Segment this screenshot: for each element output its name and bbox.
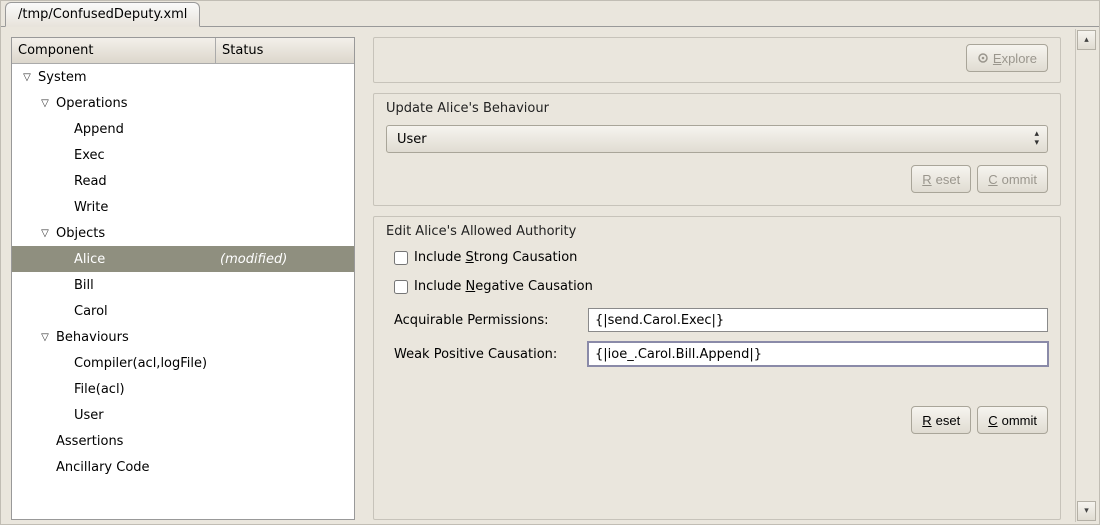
- tree-item-label: Compiler(acl,logFile): [74, 356, 207, 371]
- tree-col-component[interactable]: Component: [12, 38, 216, 63]
- gear-icon: [977, 52, 989, 64]
- tree-label-cell: Append: [12, 122, 216, 137]
- weak-positive-causation-row: Weak Positive Causation:: [386, 342, 1048, 366]
- file-tab[interactable]: /tmp/ConfusedDeputy.xml: [5, 2, 200, 27]
- tree-col-status[interactable]: Status: [216, 38, 354, 63]
- acquirable-permissions-input[interactable]: [588, 308, 1048, 332]
- acquirable-permissions-label: Acquirable Permissions:: [394, 313, 580, 328]
- tree-label-cell: ▽ Behaviours: [12, 330, 216, 345]
- tree-row[interactable]: Exec: [12, 142, 354, 168]
- tree-item-label: Objects: [56, 226, 105, 241]
- tree-row[interactable]: Read: [12, 168, 354, 194]
- expand-icon[interactable]: ▽: [20, 72, 34, 83]
- scroll-track[interactable]: [1076, 51, 1097, 500]
- expand-icon[interactable]: ▽: [38, 98, 52, 109]
- tree-label-cell: Write: [12, 200, 216, 215]
- tree-row[interactable]: Compiler(acl,logFile): [12, 350, 354, 376]
- tree-item-label: Append: [74, 122, 124, 137]
- tree-label-cell: Carol: [12, 304, 216, 319]
- tree-item-label: Ancillary Code: [56, 460, 150, 475]
- vertical-scrollbar[interactable]: ▴ ▾: [1075, 29, 1097, 522]
- explore-label-u: E: [993, 51, 1002, 66]
- tree-label-cell: Alice: [12, 252, 216, 267]
- tree-label-cell: Assertions: [12, 434, 216, 449]
- tree-label-cell: ▽ System: [12, 70, 216, 85]
- tree-row[interactable]: ▽ Objects: [12, 220, 354, 246]
- app-window: /tmp/ConfusedDeputy.xml Component Status…: [0, 0, 1100, 525]
- tree-item-label: User: [74, 408, 104, 423]
- tree-item-label: Exec: [74, 148, 105, 163]
- behaviour-group: Update Alice's Behaviour User ▴▾ Reset C…: [373, 93, 1061, 206]
- strong-causation-row: Include Strong Causation: [394, 250, 1048, 265]
- tree-body[interactable]: ▽ System ▽ Operations Append Exec Read Write ▽ Ob…: [12, 64, 354, 519]
- right-panel: Explore Update Alice's Behaviour User ▴▾…: [373, 37, 1089, 520]
- tab-strip: /tmp/ConfusedDeputy.xml: [1, 1, 1099, 27]
- tree-label-cell: Bill: [12, 278, 216, 293]
- tree-row[interactable]: Append: [12, 116, 354, 142]
- tree-status-cell: (modified): [216, 252, 354, 267]
- tree-label-cell: User: [12, 408, 216, 423]
- explore-bar: Explore: [373, 37, 1061, 83]
- scroll-up-button[interactable]: ▴: [1077, 30, 1096, 50]
- tree-row[interactable]: Assertions: [12, 428, 354, 454]
- tree-label-cell: Compiler(acl,logFile): [12, 356, 216, 371]
- acquirable-permissions-row: Acquirable Permissions:: [386, 308, 1048, 332]
- tree-item-label: System: [38, 70, 86, 85]
- behaviour-select[interactable]: User ▴▾: [386, 125, 1048, 153]
- tree-item-label: Behaviours: [56, 330, 129, 345]
- tree-row[interactable]: ▽ Operations: [12, 90, 354, 116]
- tree-label-cell: File(acl): [12, 382, 216, 397]
- tree-item-label: Bill: [74, 278, 94, 293]
- tree-label-cell: Read: [12, 174, 216, 189]
- tree-item-label: Read: [74, 174, 107, 189]
- tree-label-cell: Ancillary Code: [12, 460, 216, 475]
- content-area: Component Status ▽ System ▽ Operations Appen…: [1, 27, 1099, 524]
- behaviour-commit-button[interactable]: Commit: [977, 165, 1048, 193]
- tree-header: Component Status: [12, 38, 354, 64]
- scroll-down-button[interactable]: ▾: [1077, 501, 1096, 521]
- tree-item-label: Carol: [74, 304, 108, 319]
- tree-row[interactable]: File(acl): [12, 376, 354, 402]
- behaviour-select-value: User: [397, 132, 427, 147]
- weak-positive-causation-input[interactable]: [588, 342, 1048, 366]
- negative-causation-label[interactable]: Include Negative Causation: [414, 279, 593, 294]
- behaviour-title: Update Alice's Behaviour: [386, 101, 1048, 116]
- behaviour-reset-button[interactable]: Reset: [911, 165, 971, 193]
- file-tab-label: /tmp/ConfusedDeputy.xml: [18, 7, 187, 22]
- expand-icon[interactable]: ▽: [38, 332, 52, 343]
- negative-causation-checkbox[interactable]: [394, 280, 408, 294]
- tree-row[interactable]: ▽ Behaviours: [12, 324, 354, 350]
- authority-group: Edit Alice's Allowed Authority Include S…: [373, 216, 1061, 520]
- tree-label-cell: Exec: [12, 148, 216, 163]
- chevron-updown-icon: ▴▾: [1034, 130, 1039, 148]
- strong-causation-checkbox[interactable]: [394, 251, 408, 265]
- authority-commit-button[interactable]: Commit: [977, 406, 1048, 434]
- tree-item-label: Operations: [56, 96, 127, 111]
- tree-label-cell: ▽ Objects: [12, 226, 216, 241]
- tree-row[interactable]: Bill: [12, 272, 354, 298]
- tree-label-cell: ▽ Operations: [12, 96, 216, 111]
- explore-button[interactable]: Explore: [966, 44, 1048, 72]
- tree-item-label: File(acl): [74, 382, 125, 397]
- strong-causation-label[interactable]: Include Strong Causation: [414, 250, 577, 265]
- authority-title: Edit Alice's Allowed Authority: [386, 224, 1048, 239]
- explore-label: xplore: [1002, 51, 1037, 66]
- tree-row[interactable]: Write: [12, 194, 354, 220]
- tree-row[interactable]: ▽ System: [12, 64, 354, 90]
- tree-row[interactable]: User: [12, 402, 354, 428]
- tree-item-label: Write: [74, 200, 108, 215]
- tree-item-label: Alice: [74, 252, 105, 267]
- expand-icon[interactable]: ▽: [38, 228, 52, 239]
- tree-row[interactable]: Alice (modified): [12, 246, 354, 272]
- authority-reset-button[interactable]: Reset: [911, 406, 971, 434]
- tree-row[interactable]: Ancillary Code: [12, 454, 354, 480]
- weak-positive-causation-label: Weak Positive Causation:: [394, 347, 580, 362]
- negative-causation-row: Include Negative Causation: [394, 279, 1048, 294]
- tree-item-label: Assertions: [56, 434, 123, 449]
- tree-row[interactable]: Carol: [12, 298, 354, 324]
- tree-panel: Component Status ▽ System ▽ Operations Appen…: [11, 37, 355, 520]
